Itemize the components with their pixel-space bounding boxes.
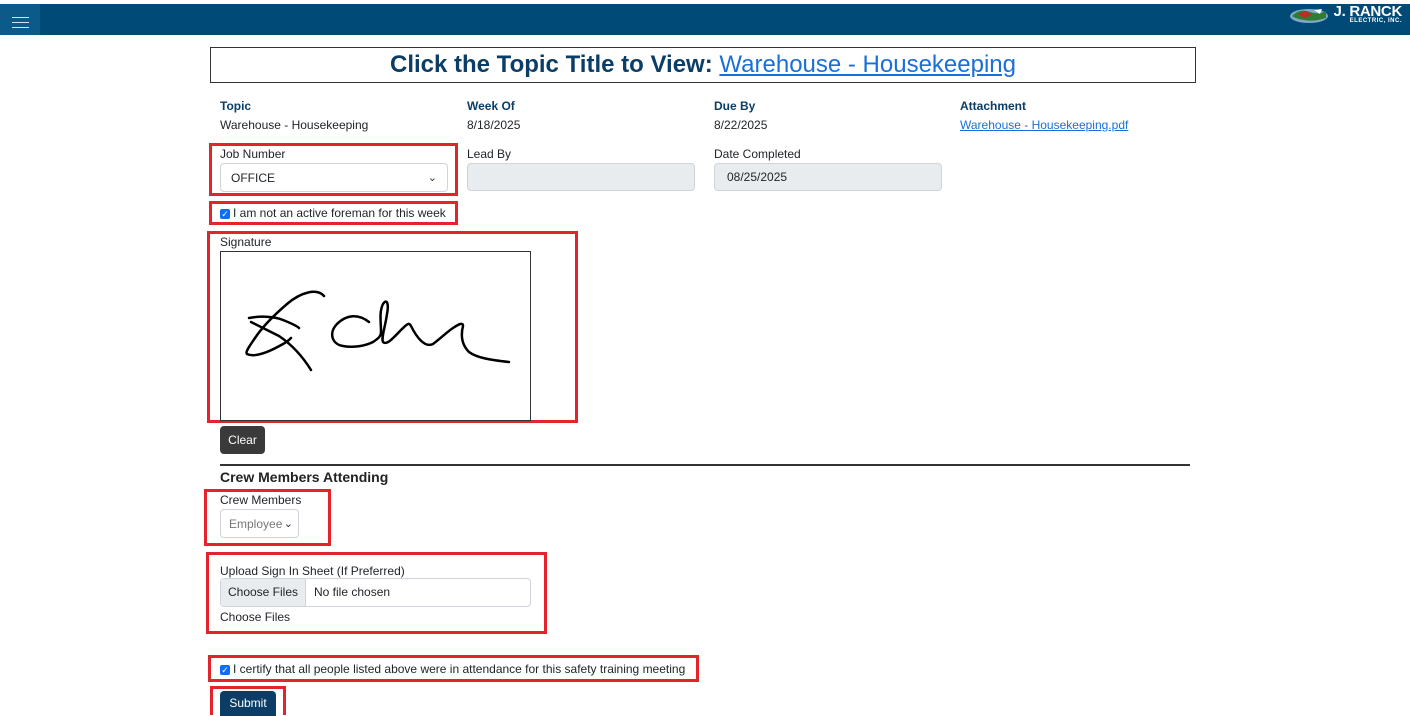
job-number-label: Job Number xyxy=(220,147,286,161)
choose-files-note: Choose Files xyxy=(220,610,291,624)
choose-files-button[interactable]: Choose Files xyxy=(221,579,306,606)
job-number-value: OFFICE xyxy=(231,171,275,185)
checkbox-checked-icon[interactable]: ✓ xyxy=(220,208,230,219)
globe-logo-icon xyxy=(1289,9,1328,23)
chevron-down-icon: ⌄ xyxy=(427,172,437,184)
checkbox-checked-icon[interactable]: ✓ xyxy=(220,664,230,675)
chevron-down-icon: ⌄ xyxy=(283,518,293,530)
section-divider xyxy=(220,464,1190,466)
crew-members-select[interactable]: Employee ⌄ xyxy=(220,509,299,538)
top-nav-bar xyxy=(0,4,1410,35)
foreman-checkbox-row[interactable]: ✓ I am not an active foreman for this wee… xyxy=(220,206,446,220)
clear-signature-button[interactable]: Clear xyxy=(220,426,265,454)
menu-button[interactable] xyxy=(0,4,40,35)
certify-checkbox-row[interactable]: ✓ I certify that all people listed above … xyxy=(220,662,685,676)
signature-pad[interactable] xyxy=(220,251,531,421)
hamburger-icon xyxy=(12,17,29,29)
lead-by-input[interactable] xyxy=(467,163,695,191)
week-of-value: 8/18/2025 xyxy=(467,118,521,132)
logo-wordmark: J. RANCK ELECTRIC, INC. xyxy=(1333,3,1403,24)
crew-section-title: Crew Members Attending xyxy=(220,469,389,485)
company-logo[interactable]: J. RANCK ELECTRIC, INC. xyxy=(1288,4,1402,26)
attachment-link[interactable]: Warehouse - Housekeeping.pdf xyxy=(960,118,1128,132)
foreman-checkbox-label: I am not an active foreman for this week xyxy=(233,206,446,220)
no-file-text: No file chosen xyxy=(314,585,391,599)
signature-drawing xyxy=(245,290,511,372)
signature-label: Signature xyxy=(220,235,272,249)
topic-title-banner: Click the Topic Title to View: Warehouse… xyxy=(210,47,1196,83)
file-upload-input[interactable]: Choose Files No file chosen xyxy=(220,578,531,607)
topic-title-link[interactable]: Warehouse - Housekeeping xyxy=(719,51,1016,78)
attachment-label: Attachment xyxy=(960,99,1027,113)
certify-checkbox-label: I certify that all people listed above w… xyxy=(233,662,686,676)
due-by-value: 8/22/2025 xyxy=(714,118,768,132)
topic-label: Topic xyxy=(220,99,252,113)
lead-by-label: Lead By xyxy=(467,147,512,161)
job-number-select[interactable]: OFFICE ⌄ xyxy=(220,163,448,192)
submit-button[interactable]: Submit xyxy=(220,691,276,716)
week-of-label: Week Of xyxy=(467,99,515,113)
crew-members-label: Crew Members xyxy=(220,493,302,507)
crew-members-value: Employee xyxy=(229,517,283,531)
title-prefix: Click the Topic Title to View: xyxy=(389,51,713,78)
due-by-label: Due By xyxy=(714,99,756,113)
upload-label: Upload Sign In Sheet (If Preferred) xyxy=(220,564,405,578)
date-completed-input[interactable]: 08/25/2025 xyxy=(714,163,942,191)
date-completed-label: Date Completed xyxy=(714,147,801,161)
topic-value: Warehouse - Housekeeping xyxy=(220,118,369,132)
